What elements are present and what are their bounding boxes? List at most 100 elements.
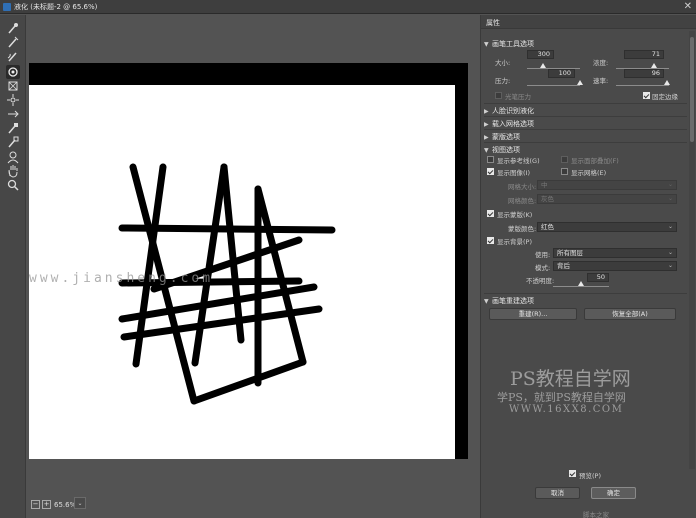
preview-canvas-area[interactable]: www.jiansheng.com — [27, 15, 477, 463]
pucker-icon[interactable] — [6, 79, 20, 93]
divider — [484, 293, 687, 294]
stylus-pressure-label: 光笔压力 — [505, 93, 531, 101]
collapsed-arrow-icon: ▶ — [484, 108, 489, 115]
section-load-mesh[interactable]: ▶ 载入网格选项 — [484, 119, 534, 129]
show-image-label: 显示图像(I) — [497, 169, 530, 177]
chevron-down-icon: ⌄ — [667, 249, 673, 256]
collapsed-arrow-icon: ▶ — [484, 134, 489, 141]
use-label: 使用: — [535, 251, 551, 259]
panel-header: 属性 — [481, 15, 696, 29]
divider — [484, 116, 687, 117]
bloat-icon[interactable] — [6, 93, 20, 107]
freeze-mask-icon[interactable] — [6, 121, 20, 135]
show-guides-checkbox[interactable] — [487, 156, 494, 163]
section-mask-options[interactable]: ▶ 蒙版选项 — [484, 132, 520, 142]
size-label: 大小: — [495, 59, 511, 67]
show-mesh-label: 显示网格(E) — [571, 169, 607, 177]
show-face-overlay-checkbox[interactable] — [561, 156, 568, 163]
expanded-arrow-icon: ▼ — [484, 298, 489, 305]
pressure-slider-knob[interactable] — [577, 80, 583, 85]
density-label: 浓度: — [593, 59, 609, 67]
title-bar: 液化 (未标题-2 @ 65.6%) ✕ — [0, 0, 696, 14]
rate-label: 速率: — [593, 77, 609, 85]
size-slider-knob[interactable] — [539, 63, 546, 68]
footer-watermark: 脚本之家 — [583, 511, 609, 518]
expanded-arrow-icon: ▼ — [484, 41, 489, 48]
opacity-input[interactable]: 50 — [587, 273, 609, 282]
cancel-button[interactable]: 取消 — [535, 487, 580, 499]
chevron-down-icon: ⌄ — [667, 181, 673, 188]
forward-warp-icon[interactable] — [6, 21, 20, 35]
show-image-checkbox[interactable] — [487, 168, 494, 175]
opacity-slider[interactable] — [553, 286, 609, 287]
close-icon[interactable]: ✕ — [684, 1, 692, 12]
show-mesh-checkbox[interactable] — [561, 168, 568, 175]
restore-all-button[interactable]: 恢复全部(A) — [584, 308, 676, 320]
show-guides-label: 显示参考线(G) — [497, 157, 540, 165]
hand-icon[interactable] — [6, 164, 20, 178]
canvas-watermark: www.jiansheng.com — [29, 271, 214, 286]
mode-select[interactable]: 背后 ⌄ — [553, 261, 677, 271]
collapsed-arrow-icon: ▶ — [484, 121, 489, 128]
opacity-slider-knob[interactable] — [578, 281, 584, 286]
preview-label: 预览(P) — [579, 472, 601, 480]
density-input[interactable]: 71 — [624, 50, 664, 59]
zoom-in-button[interactable]: + — [42, 500, 51, 509]
mesh-color-select[interactable]: 灰色 ⌄ — [537, 194, 677, 204]
show-face-overlay-label: 显示面部叠加(F) — [571, 157, 619, 165]
show-backdrop-checkbox[interactable] — [487, 237, 494, 244]
rate-input[interactable]: 96 — [624, 69, 664, 78]
section-reconstruct-options[interactable]: ▼ 画笔重建选项 — [484, 296, 534, 306]
pressure-label: 压力: — [495, 77, 511, 85]
ok-button[interactable]: 确定 — [591, 487, 636, 499]
panel-title: 属性 — [486, 19, 500, 27]
divider — [484, 129, 687, 130]
mesh-size-label: 网格大小: — [508, 183, 537, 191]
opacity-label: 不透明度: — [526, 277, 555, 285]
face-tool-icon[interactable] — [6, 150, 20, 164]
use-select[interactable]: 所有图层 ⌄ — [553, 248, 677, 258]
pin-edges-checkbox[interactable] — [643, 92, 650, 99]
smooth-icon[interactable] — [6, 49, 20, 63]
density-slider-knob[interactable] — [650, 63, 657, 68]
show-mask-label: 显示蒙版(K) — [497, 211, 533, 219]
window-title: 液化 (未标题-2 @ 65.6%) — [14, 3, 98, 11]
twirl-icon[interactable] — [6, 65, 20, 79]
rate-slider[interactable] — [616, 85, 669, 86]
zoom-status-bar: − + 65.6% ⌄ — [27, 497, 477, 518]
size-input[interactable]: 300 — [527, 50, 554, 59]
divider — [484, 142, 687, 143]
zoom-dropdown-icon[interactable]: ⌄ — [74, 497, 86, 509]
section-brush-options[interactable]: ▼ 画笔工具选项 — [484, 39, 534, 49]
show-mask-checkbox[interactable] — [487, 210, 494, 217]
zoom-level: 65.6% — [54, 501, 77, 509]
stylus-pressure-checkbox[interactable] — [495, 92, 502, 99]
mask-color-select[interactable]: 红色 ⌄ — [537, 222, 677, 232]
mask-color-label: 蒙版颜色: — [508, 225, 537, 233]
panel-scroll-thumb[interactable] — [690, 37, 694, 142]
push-left-icon[interactable] — [6, 107, 20, 121]
mesh-color-label: 网格颜色: — [508, 197, 537, 205]
preview-checkbox[interactable] — [569, 470, 576, 477]
zoom-out-button[interactable]: − — [31, 500, 40, 509]
watermark-line-2: 学PS，就到PS教程自学网 — [497, 391, 626, 404]
watermark-line-3: WWW.16XX8.COM — [509, 404, 624, 415]
chevron-down-icon: ⌄ — [667, 262, 673, 269]
rate-slider-knob[interactable] — [663, 80, 670, 85]
pin-edges-label: 固定边缘 — [652, 93, 678, 101]
mesh-size-select[interactable]: 中 ⌄ — [537, 180, 677, 190]
mode-label: 模式: — [535, 264, 551, 272]
show-backdrop-label: 显示背景(P) — [497, 238, 532, 246]
zoom-icon[interactable] — [6, 178, 20, 192]
reconstruct-icon[interactable] — [6, 35, 20, 49]
pressure-slider[interactable] — [527, 85, 580, 86]
pressure-input[interactable]: 100 — [548, 69, 575, 78]
thaw-mask-icon[interactable] — [6, 135, 20, 149]
section-view-options[interactable]: ▼ 视图选项 — [484, 145, 520, 155]
chevron-down-icon: ⌄ — [667, 195, 673, 202]
watermark-line-1: PS教程自学网 — [510, 368, 631, 390]
expanded-arrow-icon: ▼ — [484, 147, 489, 154]
section-face-aware[interactable]: ▶ 人脸识别液化 — [484, 106, 534, 116]
liquify-toolbar — [0, 15, 26, 518]
rebuild-button[interactable]: 重建(R)... — [489, 308, 577, 320]
